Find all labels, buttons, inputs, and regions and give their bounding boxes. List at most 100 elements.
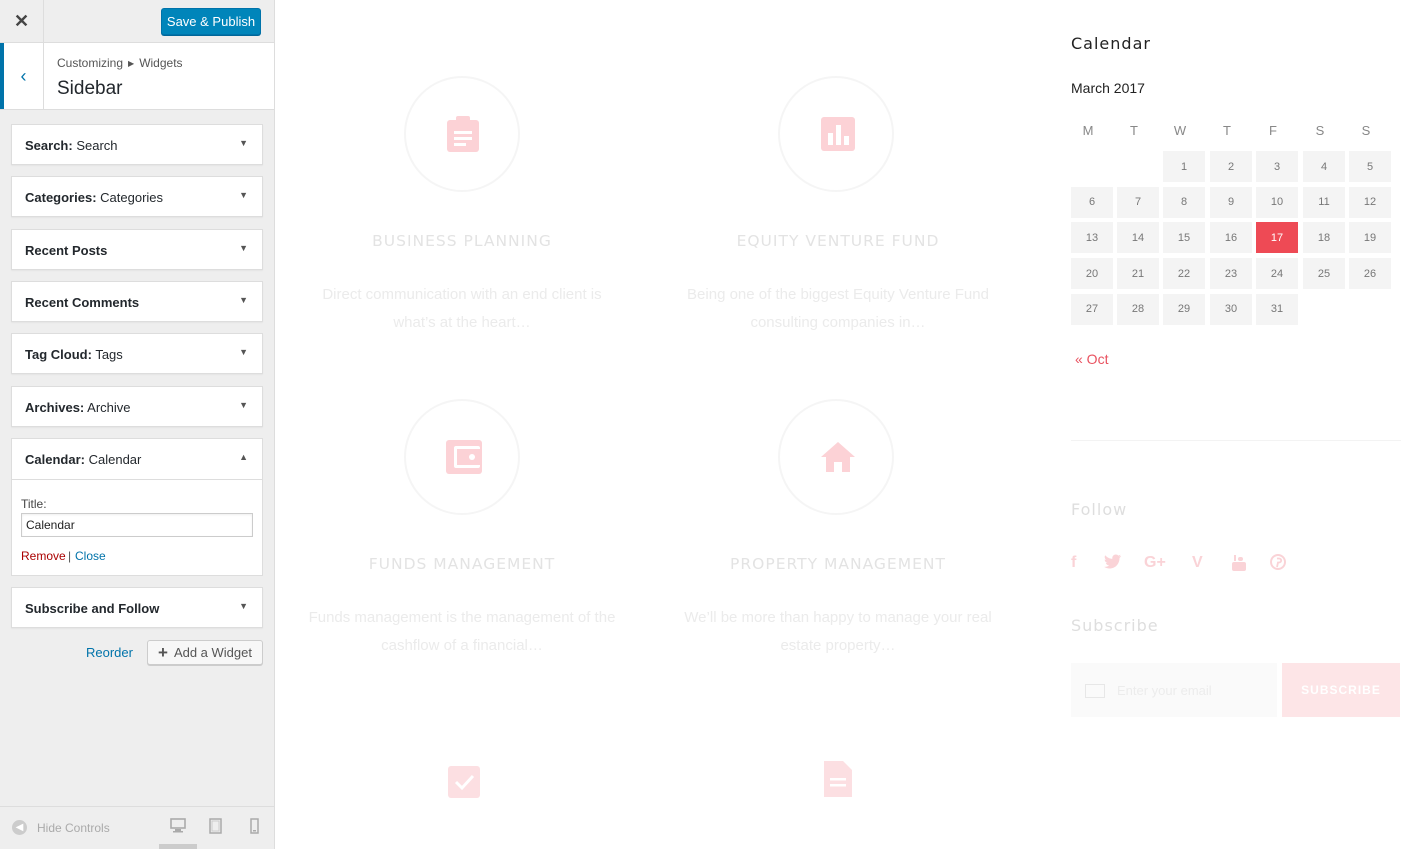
service-title[interactable]: PROPERTY MANAGEMENT — [668, 555, 1008, 573]
collapse-arrow-icon[interactable]: ▲ — [239, 452, 248, 462]
email-field[interactable]: Enter your email — [1071, 663, 1277, 717]
description-line: Direct communication with an end client … — [322, 286, 602, 303]
calendar-day[interactable]: 8 — [1163, 186, 1205, 218]
calendar-day[interactable]: 6 — [1071, 186, 1113, 218]
remove-link[interactable]: Remove — [21, 549, 66, 563]
site-preview: BUSINESS PLANNING Direct communication w… — [275, 0, 1419, 849]
widget-recent-comments[interactable]: Recent Comments ▼ — [11, 281, 263, 322]
home-icon — [820, 441, 856, 476]
widget-calendar-expanded: Calendar: Calendar ▲ Title: Remove | Clo… — [11, 438, 263, 576]
widget-archives[interactable]: Archives: Archive ▼ — [11, 386, 263, 427]
checklist-icon — [447, 763, 481, 802]
calendar-day[interactable]: 4 — [1303, 151, 1345, 182]
calendar-day[interactable]: 5 — [1349, 151, 1391, 182]
service-description: We’ll be more than happy to manage your … — [658, 604, 1018, 660]
subscribe-heading: Subscribe — [1071, 616, 1159, 635]
widget-title: Calendar — [88, 452, 142, 467]
calendar-day[interactable]: 12 — [1349, 186, 1391, 218]
widget-tag-cloud[interactable]: Tag Cloud: Tags ▼ — [11, 333, 263, 374]
divider — [12, 479, 262, 480]
title-field[interactable] — [21, 513, 253, 537]
chevron-left-icon: ‹ — [20, 65, 27, 86]
calendar-day[interactable]: 29 — [1163, 293, 1205, 325]
widget-calendar-header[interactable]: Calendar: Calendar — [25, 452, 141, 467]
calendar-day[interactable]: 14 — [1117, 222, 1159, 254]
calendar-day[interactable]: 3 — [1256, 151, 1298, 182]
expand-arrow-icon[interactable]: ▼ — [239, 347, 248, 357]
previous-month-link[interactable]: « Oct — [1075, 351, 1108, 367]
calendar-day[interactable]: 30 — [1210, 293, 1252, 325]
expand-arrow-icon[interactable]: ▼ — [239, 295, 248, 305]
service-title[interactable]: FUNDS MANAGEMENT — [302, 555, 622, 573]
widget-type: Recent Posts — [25, 243, 108, 258]
calendar-day[interactable]: 20 — [1071, 258, 1113, 290]
calendar-day[interactable]: 9 — [1210, 186, 1252, 218]
customizer-header: ✕ Save & Publish — [0, 0, 274, 43]
expand-arrow-icon[interactable]: ▼ — [239, 400, 248, 410]
service-description: Direct communication with an end client … — [292, 281, 632, 337]
calendar-heading: Calendar — [1071, 34, 1151, 53]
calendar-day[interactable]: 13 — [1071, 222, 1113, 254]
vimeo-icon[interactable]: V — [1192, 554, 1203, 572]
tablet-preview-icon[interactable] — [209, 818, 222, 837]
desktop-preview-icon[interactable] — [170, 818, 186, 836]
active-device-indicator — [159, 844, 197, 849]
calendar-day[interactable]: 11 — [1303, 186, 1345, 218]
add-widget-button[interactable]: + Add a Widget — [147, 640, 263, 665]
calendar-day[interactable]: 22 — [1163, 258, 1205, 290]
service-title[interactable]: EQUITY VENTURE FUND — [668, 232, 1008, 250]
calendar-day[interactable]: 26 — [1349, 258, 1391, 290]
widget-recent-posts[interactable]: Recent Posts ▼ — [11, 229, 263, 270]
clipboard-icon — [446, 115, 480, 156]
weekday-label: T — [1223, 123, 1231, 138]
widget-search[interactable]: Search: Search ▼ — [11, 124, 263, 165]
calendar-day[interactable]: 2 — [1210, 151, 1252, 182]
section-title: Sidebar — [57, 78, 123, 99]
back-button[interactable]: ‹ — [0, 43, 44, 109]
expand-arrow-icon[interactable]: ▼ — [239, 601, 248, 611]
widget-type: Subscribe and Follow — [25, 601, 160, 616]
calendar-day[interactable]: 27 — [1071, 293, 1113, 325]
widget-title: Tags — [95, 347, 123, 362]
calendar-day[interactable]: 21 — [1117, 258, 1159, 290]
widget-subscribe-follow[interactable]: Subscribe and Follow ▼ — [11, 587, 263, 628]
reorder-link[interactable]: Reorder — [86, 645, 133, 660]
mobile-preview-icon[interactable] — [250, 818, 259, 837]
calendar-day-today[interactable]: 17 — [1256, 222, 1298, 254]
customizer-panel: ✕ Save & Publish ‹ Customizing ▶ Widgets S… — [0, 0, 275, 849]
calendar-day[interactable]: 28 — [1117, 293, 1159, 325]
service-title[interactable]: BUSINESS PLANNING — [302, 232, 622, 250]
calendar-day[interactable]: 31 — [1256, 293, 1298, 325]
hide-controls-button[interactable]: ◀ Hide Controls — [12, 820, 110, 835]
calendar-day[interactable]: 7 — [1117, 186, 1159, 218]
calendar-day[interactable]: 18 — [1303, 222, 1345, 254]
widget-categories[interactable]: Categories: Categories ▼ — [11, 176, 263, 217]
twitter-icon[interactable] — [1104, 554, 1122, 574]
expand-arrow-icon[interactable]: ▼ — [239, 190, 248, 200]
add-widget-label: Add a Widget — [173, 645, 252, 660]
calendar-day[interactable]: 16 — [1210, 222, 1252, 254]
title-field-label: Title: — [21, 497, 47, 511]
calendar-day[interactable]: 24 — [1256, 258, 1298, 290]
calendar-day[interactable]: 23 — [1210, 258, 1252, 290]
close-customizer-button[interactable]: ✕ — [0, 0, 44, 43]
subscribe-button[interactable]: SUBSCRIBE — [1282, 663, 1400, 717]
description-line: We’ll be more than happy to manage your … — [684, 609, 992, 626]
widget-type: Tag Cloud — [25, 347, 88, 362]
calendar-day[interactable]: 1 — [1163, 151, 1205, 182]
breadcrumb-arrow-icon: ▶ — [128, 59, 135, 68]
google-plus-icon[interactable]: G+ — [1144, 554, 1166, 572]
expand-arrow-icon[interactable]: ▼ — [239, 138, 248, 148]
calendar-day[interactable]: 25 — [1303, 258, 1345, 290]
divider — [1071, 440, 1401, 441]
youtube-icon[interactable] — [1231, 554, 1247, 577]
calendar-day[interactable]: 15 — [1163, 222, 1205, 254]
calendar-day[interactable]: 19 — [1349, 222, 1391, 254]
pinterest-icon[interactable] — [1270, 554, 1286, 575]
calendar-day[interactable]: 10 — [1256, 186, 1298, 218]
facebook-icon[interactable]: f — [1071, 554, 1076, 572]
wallet-icon — [446, 440, 482, 477]
close-link[interactable]: Close — [75, 549, 106, 563]
expand-arrow-icon[interactable]: ▼ — [239, 243, 248, 253]
save-publish-button[interactable]: Save & Publish — [161, 8, 261, 35]
